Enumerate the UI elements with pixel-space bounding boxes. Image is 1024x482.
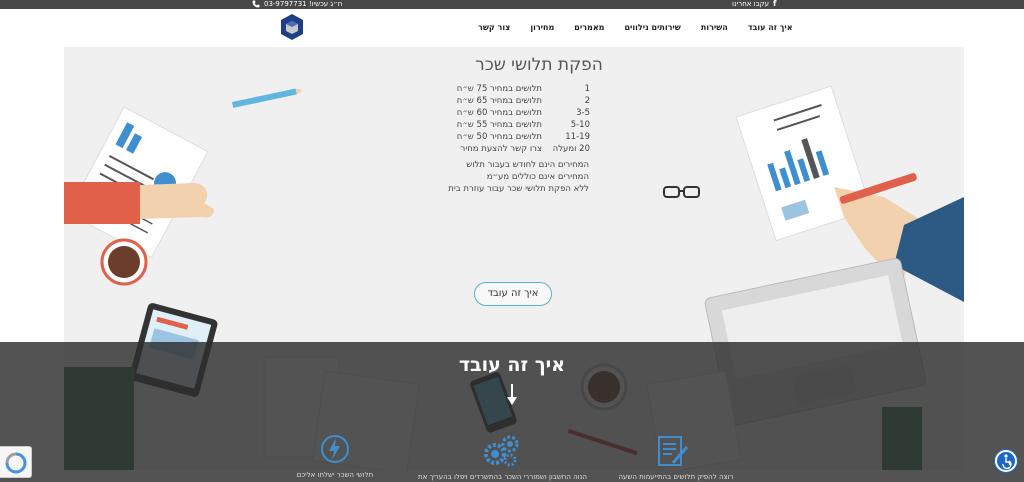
price-value: צרו קשר להצעת מחיר [460, 144, 542, 154]
nav-how-it-works[interactable]: איך זה עובד [748, 23, 793, 32]
nav-contact[interactable]: צור קשר [478, 23, 510, 32]
price-qty: 2 [584, 96, 590, 106]
how-it-works-overlay: איך זה עובד תלושי השכר ישלחו אליכם הנוה … [0, 342, 1024, 482]
price-note: המחירים הינם לחודש בעבור תלוש [466, 160, 589, 170]
price-value: תלושים במחיר 60 ש״ח [456, 108, 542, 118]
lightning-icon [321, 435, 349, 463]
top-bar: ח״ג עכשיו! 03-9797731 עקבו אחרינו f [0, 0, 1024, 9]
gears-icon [484, 435, 519, 467]
arrow-down-icon [507, 384, 517, 405]
price-qty: 5-10 [570, 120, 590, 130]
recaptcha-icon [5, 452, 27, 474]
price-qty: 11-19 [565, 132, 590, 142]
social-text: עקבו אחרינו [732, 0, 770, 8]
main-nav: איך זה עובד השירות שירותים נילווים מאמרי… [478, 23, 793, 32]
site-header: איך זה עובד השירות שירותים נילווים מאמרי… [0, 9, 1024, 47]
price-value: תלושים במחיר 55 ש״ח [456, 120, 542, 130]
phone-text: ח״ג עכשיו! 03-9797731 [264, 0, 343, 8]
price-row: 11-19 תלושים במחיר 50 ש״ח [450, 131, 590, 143]
phone-icon [252, 0, 260, 8]
price-row: 3-5 תלושים במחיר 60 ש״ח [450, 107, 590, 119]
price-value: תלושים במחיר 50 ש״ח [456, 132, 542, 142]
price-qty: 20 ומעלה [552, 144, 590, 154]
accessibility-button[interactable] [995, 450, 1017, 472]
social-follow[interactable]: עקבו אחרינו f [732, 0, 777, 9]
price-list: 1 תלושים במחיר 75 ש״ח 2 תלושים במחיר 65 … [450, 83, 590, 155]
accessibility-icon [1002, 454, 1012, 470]
price-qty: 1 [584, 84, 590, 94]
hero-title: הפקת תלושי שכר [475, 55, 603, 75]
price-row: 20 ומעלה צרו קשר להצעת מחיר [450, 143, 590, 155]
overlay-title: איך זה עובד [458, 354, 566, 376]
site-logo[interactable] [280, 13, 304, 41]
nav-articles[interactable]: מאמרים [574, 23, 604, 32]
price-row: 2 תלושים במחיר 65 ש״ח [450, 95, 590, 107]
document-edit-icon [658, 436, 689, 466]
phone-contact[interactable]: ח״ג עכשיו! 03-9797731 [252, 0, 342, 9]
price-notes: המחירים הינם לחודש בעבור תלוש המחירים אי… [434, 159, 589, 195]
price-note: ללא הפקת תלושי שכר עבור עוזרת בית [448, 184, 589, 194]
nav-service[interactable]: השירות [701, 23, 728, 32]
price-note: המחירים אינם כוללים מע״מ [486, 172, 589, 182]
step-2-label: הנוה החשבון ושמוררי השכר בהתשרדים ויפלו … [417, 473, 588, 481]
nav-related-services[interactable]: שירותים נילווים [624, 23, 680, 32]
step-3-label: רוצה להפיק תלושים בהתייעמות השעה [618, 473, 734, 481]
how-it-works-button[interactable]: איך זה עובד [474, 282, 552, 306]
facebook-icon[interactable]: f [773, 0, 776, 9]
price-qty: 3-5 [576, 108, 590, 118]
recaptcha-badge[interactable] [0, 446, 32, 478]
price-value: תלושים במחיר 75 ש״ח [456, 84, 542, 94]
nav-price-list[interactable]: מחירון [530, 23, 554, 32]
price-value: תלושים במחיר 65 ש״ח [456, 96, 542, 106]
price-row: 1 תלושים במחיר 75 ש״ח [450, 83, 590, 95]
price-row: 5-10 תלושים במחיר 55 ש״ח [450, 119, 590, 131]
step-1-label: תלושי השכר ישלחו אליכם [296, 471, 374, 479]
